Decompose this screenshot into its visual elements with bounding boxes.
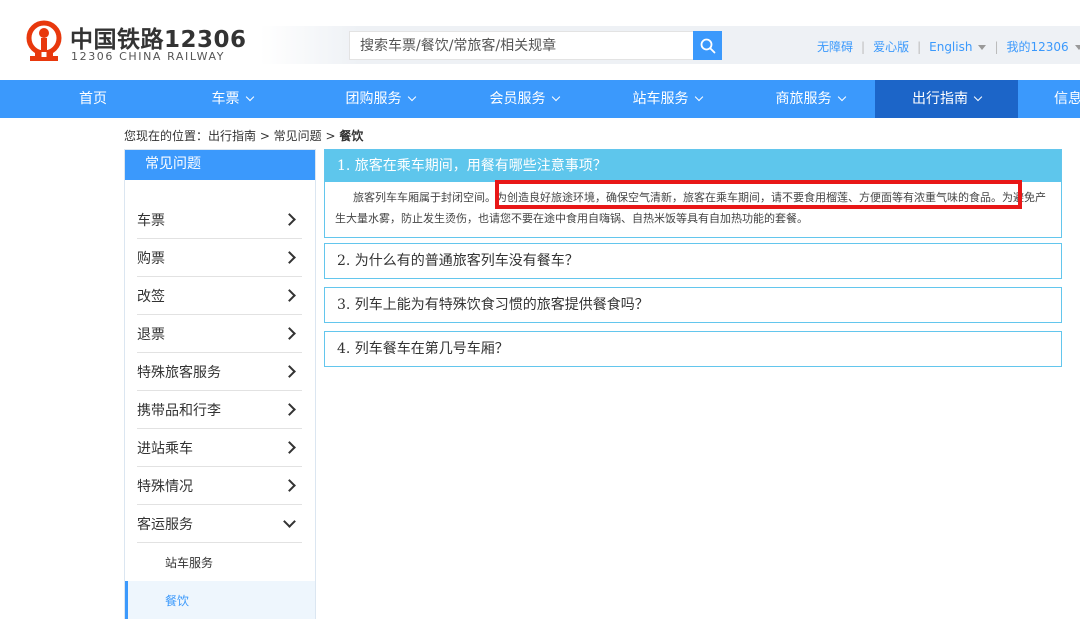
nav-label: 车票 (211, 91, 240, 107)
nav-label: 商旅服务 (775, 91, 832, 107)
chevron-down-icon (407, 92, 416, 102)
nav-home[interactable]: 首页 (62, 80, 124, 118)
chevron-down-icon (973, 92, 983, 102)
chevron-right-icon (283, 441, 296, 454)
sidebar-item-special-passengers[interactable]: 特殊旅客服务 (137, 353, 302, 391)
nav-label: 信息 (1054, 91, 1080, 107)
chevron-right-icon (283, 251, 296, 264)
nav-tickets[interactable]: 车票 (186, 80, 278, 118)
chevron-right-icon (283, 403, 296, 416)
chevron-right-icon (283, 327, 296, 340)
accessibility-link[interactable]: 无障碍 (817, 38, 853, 55)
nav-label: 首页 (79, 91, 107, 107)
chevron-down-icon (245, 92, 254, 102)
faq-item-4: 4. 列车餐车在第几号车厢？ (324, 331, 1062, 367)
sidebar-item-change[interactable]: 改签 (137, 277, 302, 315)
faq-item-2: 2. 为什么有的普通旅客列车没有餐车？ (324, 243, 1062, 279)
nav-label: 会员服务 (489, 91, 546, 107)
main-nav: 首页 车票 团购服务 会员服务 站车服务 商旅服务 出行指南 信息 (0, 80, 1080, 118)
my-account-label: 我的12306 (1006, 40, 1069, 54)
nav-travel-guide[interactable]: 出行指南 (875, 80, 1018, 118)
sidebar-item-label: 购票 (137, 250, 165, 267)
brand-title[interactable]: 中国铁路12306 (70, 20, 247, 54)
sidebar-item-label: 进站乘车 (137, 440, 193, 457)
language-dropdown[interactable]: English (929, 39, 987, 54)
railway-logo-icon[interactable] (22, 18, 66, 66)
nav-business-travel[interactable]: 商旅服务 (750, 80, 870, 118)
sidebar-subitem-catering[interactable]: 餐饮 (125, 581, 315, 619)
breadcrumb-path: 您现在的位置：出行指南 > 常见问题 > (124, 129, 340, 143)
sidebar-item-boarding[interactable]: 进站乘车 (137, 429, 302, 467)
sidebar-item-label: 车票 (137, 212, 165, 229)
faq-question[interactable]: 1. 旅客在乘车期间，用餐有哪些注意事项？ (325, 150, 1061, 182)
search-button[interactable] (693, 31, 722, 60)
top-links: 无障碍 | 爱心版 | English | 我的12306 (817, 38, 1080, 55)
sidebar-item-label: 特殊情况 (137, 478, 193, 495)
nav-group-buy[interactable]: 团购服务 (320, 80, 440, 118)
nav-station-service[interactable]: 站车服务 (607, 80, 727, 118)
chevron-right-icon (283, 479, 296, 492)
faq-answer: 旅客列车车厢属于封闭空间。为创造良好旅途环境，确保空气清新，旅客在乘车期间，请不… (325, 180, 1061, 237)
nav-info[interactable]: 信息 (1040, 80, 1080, 118)
sidebar-item-label: 特殊旅客服务 (137, 364, 221, 381)
chevron-down-icon (837, 92, 846, 102)
breadcrumb: 您现在的位置：出行指南 > 常见问题 > 餐饮 (124, 127, 363, 144)
sidebar-item-luggage[interactable]: 携带品和行李 (137, 391, 302, 429)
search-input[interactable] (350, 32, 694, 59)
language-label: English (929, 39, 973, 54)
sidebar-subitem-station-service[interactable]: 站车服务 (125, 543, 315, 581)
caret-down-icon (1074, 45, 1080, 50)
sidebar-item-label: 客运服务 (137, 516, 193, 533)
sidebar-item-label: 退票 (137, 326, 165, 343)
sidebar-item-tickets[interactable]: 车票 (137, 201, 302, 239)
sidebar-item-refund[interactable]: 退票 (137, 315, 302, 353)
chevron-down-icon (694, 92, 703, 102)
sidebar-item-label: 改签 (137, 288, 165, 305)
chevron-down-icon (283, 514, 296, 528)
sidebar-item-passenger-service[interactable]: 客运服务 (137, 505, 302, 543)
my-account-dropdown[interactable]: 我的12306 (1007, 38, 1080, 55)
sidebar-item-label: 携带品和行李 (137, 402, 221, 419)
nav-label: 团购服务 (345, 91, 402, 107)
faq-question[interactable]: 2. 为什么有的普通旅客列车没有餐车？ (325, 244, 1061, 278)
sidebar-subitem-label: 站车服务 (165, 555, 214, 570)
nav-member[interactable]: 会员服务 (464, 80, 584, 118)
highlight-box (495, 180, 1022, 209)
chevron-right-icon (283, 213, 296, 226)
faq-question[interactable]: 4. 列车餐车在第几号车厢？ (325, 332, 1061, 366)
faq-item-1: 1. 旅客在乘车期间，用餐有哪些注意事项？ 旅客列车车厢属于封闭空间。为创造良好… (324, 149, 1062, 238)
search-field[interactable] (349, 31, 694, 60)
chevron-down-icon (551, 92, 560, 102)
chevron-right-icon (283, 289, 296, 302)
faq-sidebar: 常见问题 车票 购票 改签 退票 特殊旅客服务 携带品和行李 进站乘车 特殊情况… (124, 149, 316, 619)
caret-down-icon (978, 44, 987, 50)
sidebar-item-special-cases[interactable]: 特殊情况 (137, 467, 302, 505)
divider: | (917, 39, 922, 54)
divider: | (994, 39, 999, 54)
breadcrumb-current: 餐饮 (339, 129, 364, 143)
caring-version-link[interactable]: 爱心版 (873, 38, 909, 55)
sidebar-item-purchase[interactable]: 购票 (137, 239, 302, 277)
brand-subtitle: 12306 CHINA RAILWAY (71, 50, 226, 63)
divider: | (861, 39, 866, 54)
faq-item-3: 3. 列车上能为有特殊饮食习惯的旅客提供餐食吗？ (324, 287, 1062, 323)
nav-label: 出行指南 (912, 91, 968, 107)
nav-label: 站车服务 (632, 91, 689, 107)
faq-question[interactable]: 3. 列车上能为有特殊饮食习惯的旅客提供餐食吗？ (325, 288, 1061, 322)
search-icon (700, 38, 715, 53)
chevron-right-icon (283, 365, 296, 378)
sidebar-subitem-label: 餐饮 (165, 593, 190, 608)
sidebar-header: 常见问题 (125, 150, 315, 180)
site-header: 中国铁路12306 12306 CHINA RAILWAY 无障碍 | 爱心版 … (0, 0, 1080, 80)
